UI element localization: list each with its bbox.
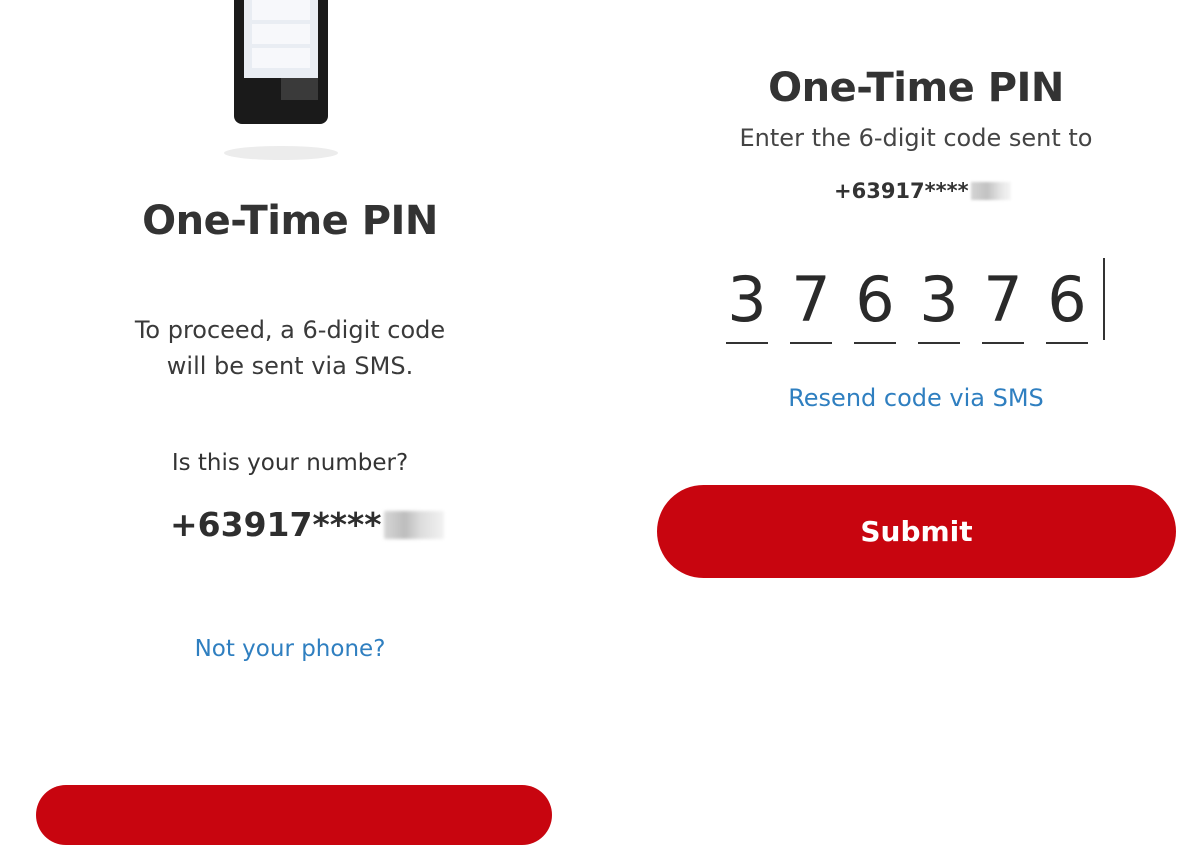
otp-digit: 6	[855, 263, 895, 336]
text-cursor	[1103, 258, 1105, 340]
phone-bottom-shade	[281, 78, 318, 100]
phone-screen	[244, 0, 318, 78]
otp-digit: 7	[983, 263, 1023, 336]
otp-digit-field[interactable]: 6	[1046, 262, 1088, 344]
otp-input-group[interactable]: 3 7 6 3 7 6	[726, 262, 1088, 344]
redacted-digits	[383, 511, 444, 539]
otp-digit: 7	[791, 263, 831, 336]
phone-screen-row	[252, 48, 310, 68]
otp-digit-field[interactable]: 7	[982, 262, 1024, 344]
phone-screen-row	[252, 0, 310, 20]
otp-description-line: will be sent via SMS.	[166, 352, 414, 380]
otp-digit-field[interactable]: 7	[790, 262, 832, 344]
submit-button[interactable]: Submit	[657, 485, 1176, 578]
phone-screen-row	[252, 24, 310, 44]
otp-instruction: Enter the 6-digit code sent to	[739, 124, 1093, 152]
masked-phone-number: +63917****	[834, 174, 1011, 208]
otp-digit: 3	[727, 263, 767, 336]
phone-illustration-icon	[234, 0, 328, 124]
otp-digit-field[interactable]: 3	[918, 262, 960, 344]
not-your-phone-link[interactable]: Not your phone?	[90, 632, 490, 666]
redacted-digits	[970, 182, 1011, 200]
resend-code-link[interactable]: Resend code via SMS	[716, 380, 1116, 416]
otp-digit: 3	[919, 263, 959, 336]
phone-number-text: +63917****	[170, 505, 382, 544]
proceed-button[interactable]	[36, 785, 552, 845]
otp-digit: 6	[1047, 263, 1087, 336]
number-question: Is this your number?	[171, 450, 409, 476]
page-title: One-Time PIN	[142, 198, 438, 244]
phone-number-text: +63917****	[834, 179, 969, 203]
otp-description: To proceed, a 6-digit code will be sent …	[90, 312, 490, 384]
otp-digit-field[interactable]: 3	[726, 262, 768, 344]
phone-shadow	[224, 146, 338, 160]
masked-phone-number: +63917****	[170, 502, 444, 548]
otp-description-line: To proceed, a 6-digit code	[134, 316, 446, 344]
otp-digit-field[interactable]: 6	[854, 262, 896, 344]
page-title: One-Time PIN	[768, 65, 1064, 111]
